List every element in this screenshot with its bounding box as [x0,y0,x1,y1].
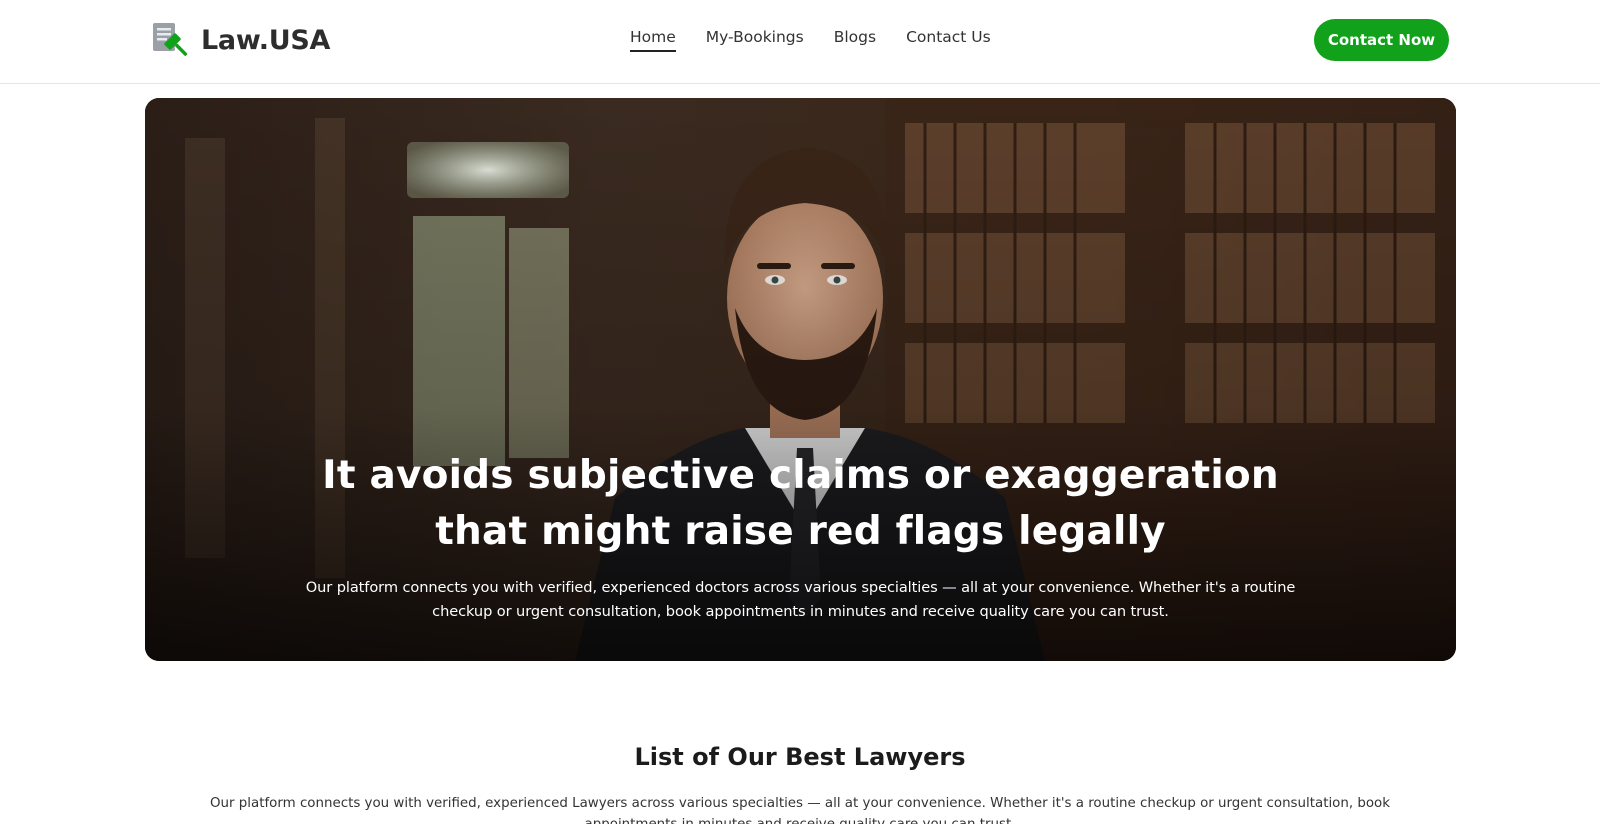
lawyers-section-subtitle: Our platform connects you with verified,… [210,796,1390,824]
site-header: Law.USA Home My-Bookings Blogs Contact U… [0,0,1600,84]
nav-home[interactable]: Home [630,28,676,52]
gavel-document-icon [151,20,191,60]
main-nav: Home My-Bookings Blogs Contact Us [630,28,991,52]
lawyers-section-title: List of Our Best Lawyers [634,743,966,771]
logo-text: Law.USA [201,24,331,56]
hero-banner: It avoids subjective claims or exaggerat… [145,98,1456,661]
hero-content: It avoids subjective claims or exaggerat… [145,448,1456,624]
nav-blogs[interactable]: Blogs [834,28,876,52]
hero-title: It avoids subjective claims or exaggerat… [322,453,1279,554]
nav-my-bookings[interactable]: My-Bookings [706,28,804,52]
logo[interactable]: Law.USA [151,19,330,61]
contact-now-button[interactable]: Contact Now [1314,19,1449,61]
hero-subtitle: Our platform connects you with verified,… [305,579,1296,620]
nav-contact-us[interactable]: Contact Us [906,28,991,52]
